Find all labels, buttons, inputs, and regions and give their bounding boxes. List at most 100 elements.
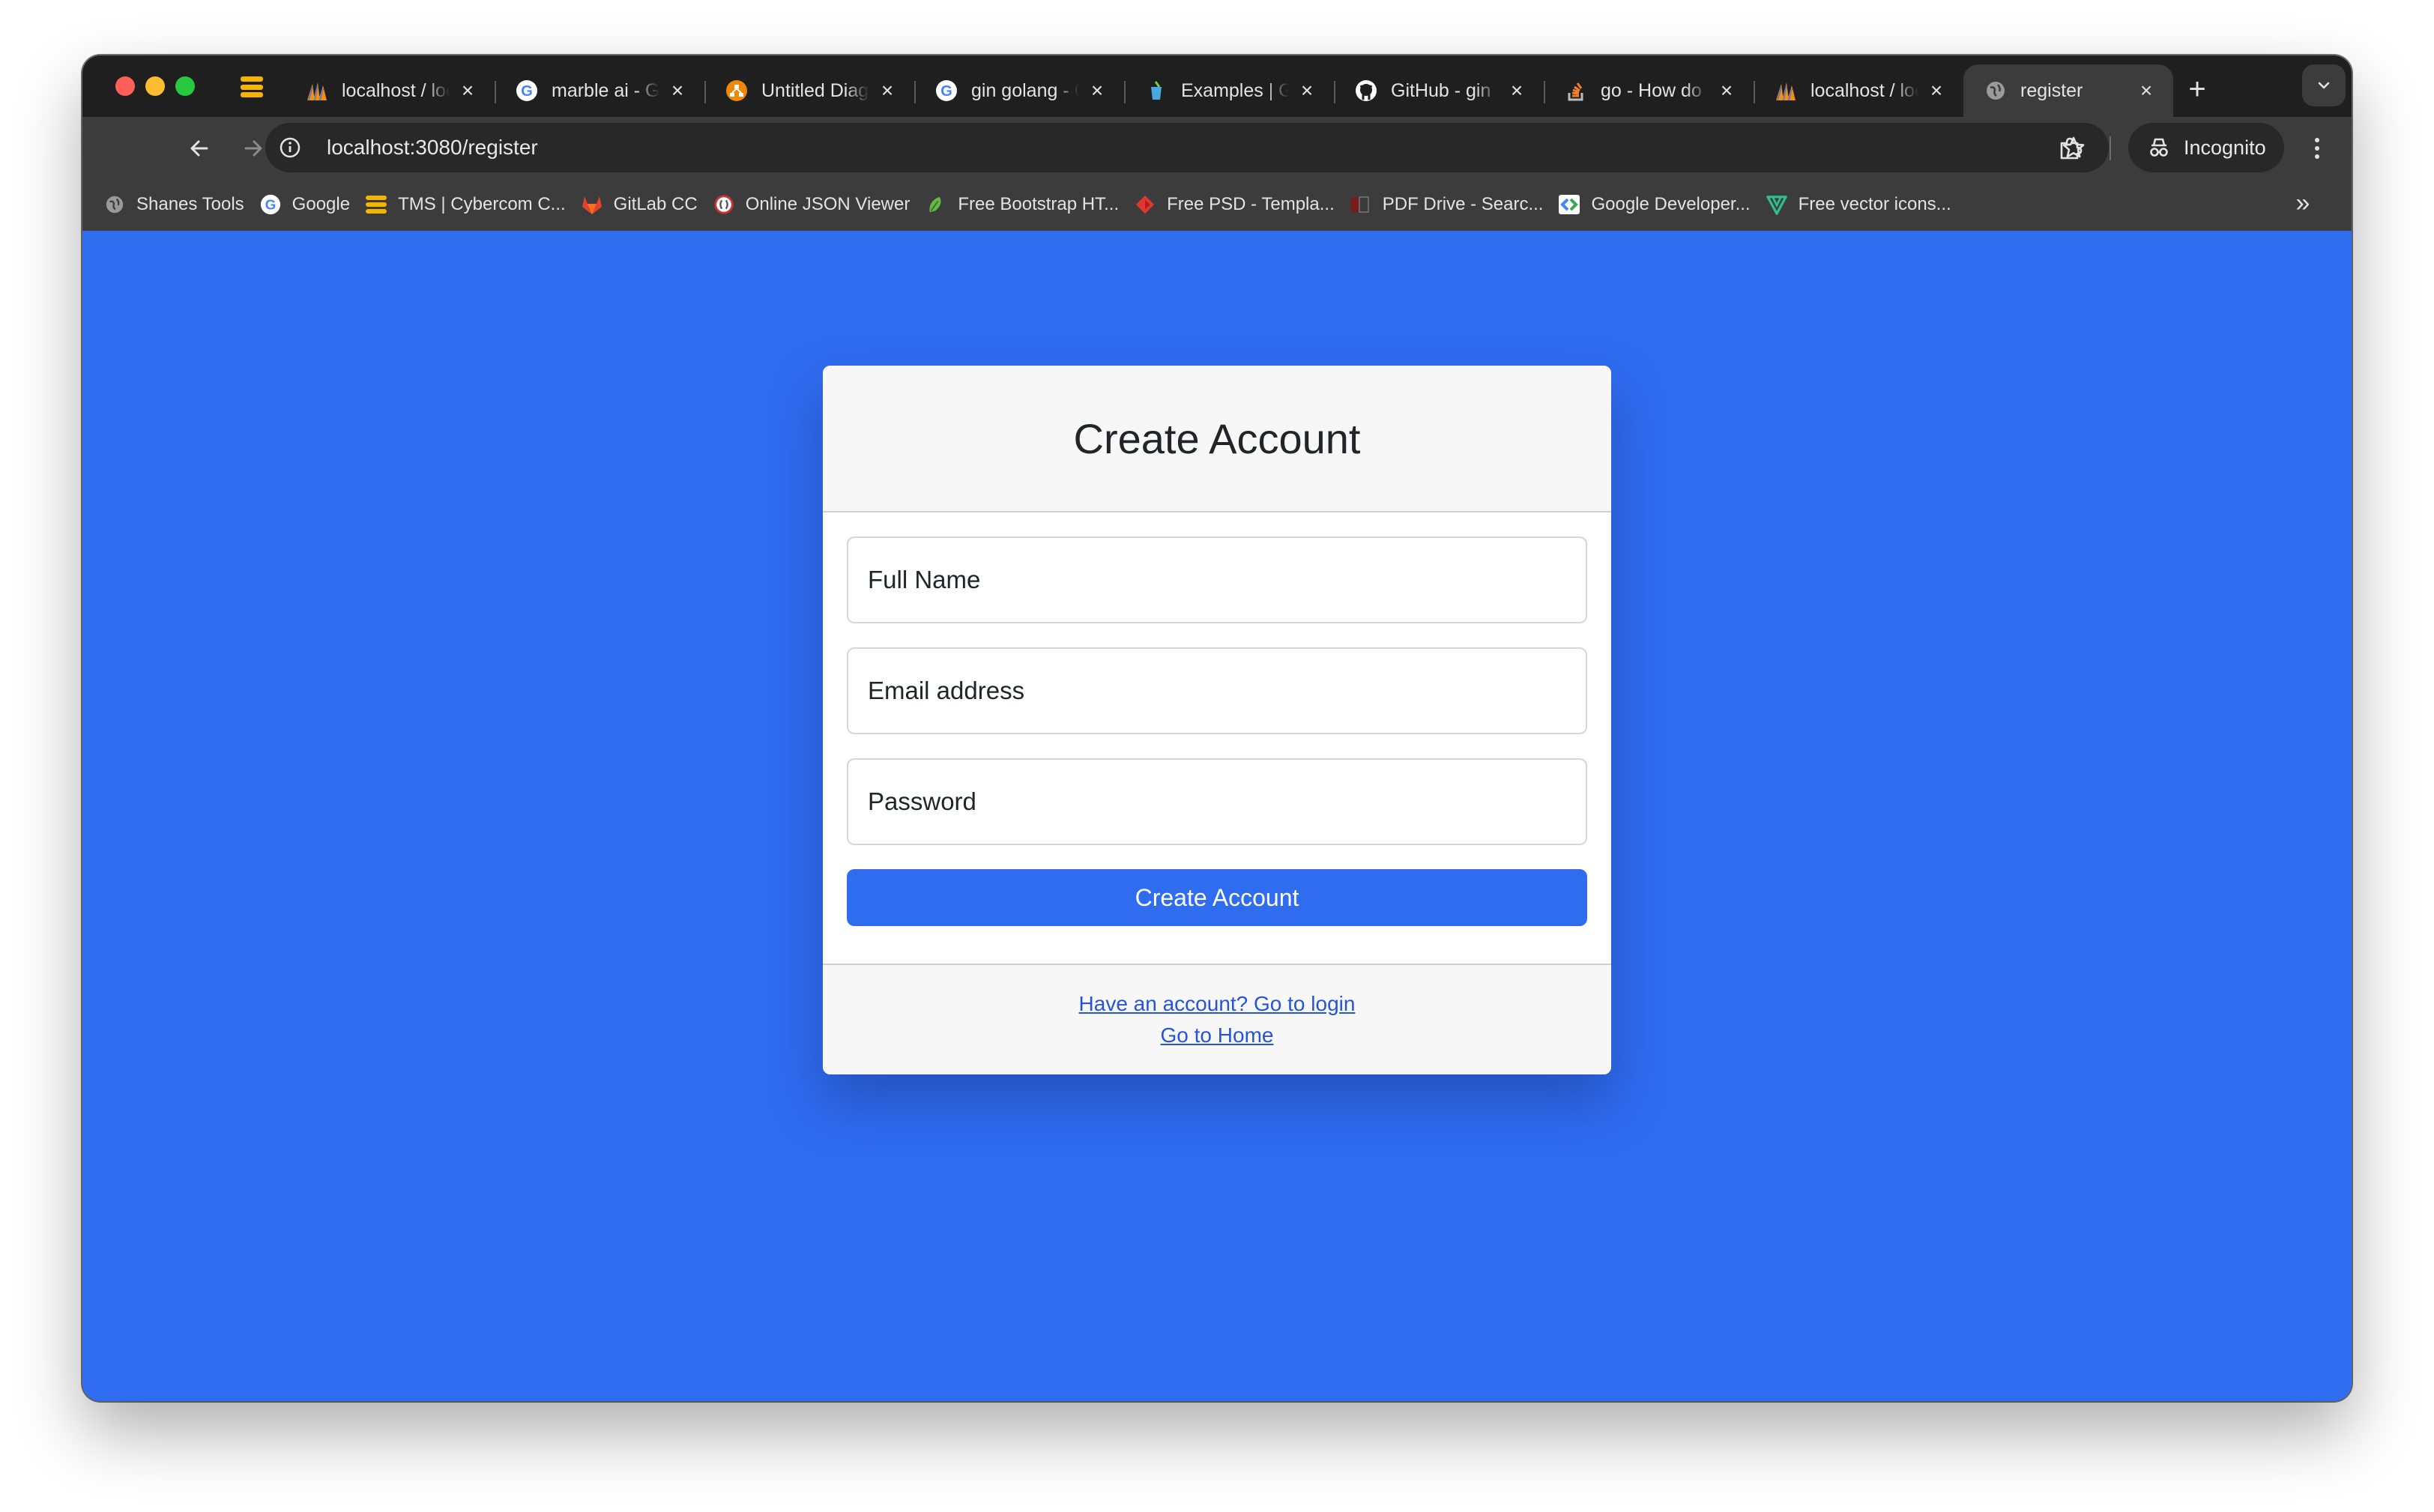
bookmark-google[interactable]: G Google (256, 186, 362, 223)
bookmark-pdf-drive[interactable]: PDF Drive - Searc... (1347, 186, 1556, 223)
tab-register[interactable]: register × (1963, 64, 2173, 117)
bookmark-label: PDF Drive - Searc... (1382, 194, 1544, 214)
tab-stackoverflow[interactable]: go - How do × (1544, 64, 1754, 117)
bookmark-tms-cybercom[interactable]: TMS | Cybercom C... (362, 186, 578, 223)
stack-icon (241, 76, 263, 97)
bookmark-label: GitLab CC (613, 194, 698, 214)
tab-title: marble ai - Google (552, 79, 659, 101)
close-icon[interactable]: × (877, 80, 898, 101)
card-header: Create Account (823, 366, 1611, 512)
password-field (847, 758, 1587, 845)
chevron-down-icon (2318, 82, 2330, 89)
bookmarks-overflow-icon[interactable]: » (2290, 190, 2316, 217)
close-icon[interactable]: × (1087, 80, 1108, 101)
page-title: Create Account (1073, 414, 1361, 462)
phpmyadmin-icon (1775, 79, 1797, 102)
bookmark-label: Online JSON Viewer (745, 194, 911, 214)
window-minimize-button[interactable] (145, 76, 165, 96)
bookmark-free-bootstrap[interactable]: Free Bootstrap HT... (922, 186, 1131, 223)
site-info-icon[interactable] (276, 133, 304, 162)
bookmark-free-vector-icons[interactable]: Free vector icons... (1763, 186, 1963, 223)
svg-text:G: G (940, 83, 952, 100)
tab-menu-button[interactable] (2302, 64, 2346, 106)
stack-icon (365, 193, 387, 216)
url-text: localhost:3080/register (327, 136, 538, 159)
bookmark-label: TMS | Cybercom C... (398, 194, 566, 214)
close-icon[interactable]: × (1926, 80, 1947, 101)
window-close-button[interactable] (115, 76, 135, 96)
google-developers-icon (1558, 193, 1580, 216)
tab-title: gin golang - Google (971, 79, 1079, 101)
incognito-label: Incognito (2184, 136, 2266, 159)
bookmarks-bar: Shanes Tools G Google TMS | Cybercom C..… (82, 178, 2352, 231)
close-icon[interactable]: × (1716, 80, 1737, 101)
tab-title: localhost / localhost (342, 79, 450, 101)
close-icon[interactable]: × (457, 80, 478, 101)
bookmark-gitlab[interactable]: GitLab CC (578, 186, 710, 223)
arrow-left-icon (190, 140, 208, 157)
tab-localhost-1[interactable]: localhost / localhost × (285, 64, 495, 117)
tab-untitled-diagram[interactable]: Untitled Diagram × (704, 64, 914, 117)
browser-window: localhost / localhost × G marble ai - Go… (82, 55, 2352, 1401)
page-viewport: Create Account Create Account Have an ac… (82, 231, 2352, 1401)
full-name-field (847, 536, 1587, 623)
tab-title: GitHub - gin (1391, 79, 1491, 101)
browser-toolbar: localhost:3080/register Incognito (82, 117, 2352, 178)
tab-title: localhost / localhost (1811, 79, 1918, 101)
puzzle-icon (2060, 137, 2083, 160)
password-input[interactable] (848, 760, 1586, 844)
tab-title: Examples | Gin (1181, 79, 1289, 101)
address-bar[interactable]: localhost:3080/register (265, 123, 2109, 172)
bookmark-label: Free Bootstrap HT... (958, 194, 1120, 214)
bookmark-label: Free PSD - Templa... (1167, 194, 1335, 214)
tab-search-button[interactable] (232, 70, 271, 103)
close-icon[interactable]: × (667, 80, 688, 101)
bookmark-label: Shanes Tools (136, 194, 244, 214)
extensions-button[interactable] (2053, 132, 2086, 165)
bookmark-label: Google Developer... (1591, 194, 1751, 214)
window-zoom-button[interactable] (175, 76, 195, 96)
new-tab-button[interactable]: + (2184, 74, 2211, 104)
google-icon: G (259, 193, 282, 216)
tab-title: go - How do (1601, 79, 1702, 101)
email-field (847, 647, 1587, 734)
home-link[interactable]: Go to Home (1161, 1020, 1274, 1051)
incognito-icon (2145, 133, 2173, 162)
tab-examples-gin[interactable]: Examples | Gin × (1124, 64, 1334, 117)
email-input[interactable] (848, 649, 1586, 733)
toolbar-divider (2110, 136, 2111, 160)
tab-localhost-2[interactable]: localhost / localhost × (1754, 64, 1963, 117)
vector-icon (1766, 193, 1788, 216)
bookmark-json-viewer[interactable]: Online JSON Viewer (710, 186, 922, 223)
bookmark-shanes-tools[interactable]: Shanes Tools (100, 186, 256, 223)
bookmark-free-psd[interactable]: Free PSD - Templa... (1131, 186, 1347, 223)
create-account-button[interactable]: Create Account (847, 869, 1587, 926)
stackoverflow-icon (1565, 79, 1587, 102)
register-card: Create Account Create Account Have an ac… (823, 366, 1611, 1074)
back-button[interactable] (183, 132, 216, 165)
tab-gin-golang[interactable]: G gin golang - Google × (914, 64, 1124, 117)
svg-text:G: G (265, 197, 276, 213)
bookmark-google-developers[interactable]: Google Developer... (1555, 186, 1762, 223)
tab-strip: localhost / localhost × G marble ai - Go… (82, 55, 2352, 117)
card-footer: Have an account? Go to login Go to Home (823, 964, 1611, 1074)
bookmark-label: Google (292, 194, 351, 214)
full-name-input[interactable] (848, 538, 1586, 622)
gitlab-icon (581, 193, 603, 216)
phpmyadmin-icon (306, 79, 328, 102)
google-icon: G (935, 79, 958, 102)
close-icon[interactable]: × (1506, 80, 1527, 101)
github-icon (1355, 79, 1377, 102)
login-link[interactable]: Have an account? Go to login (1079, 988, 1356, 1020)
browser-menu-button[interactable] (2301, 132, 2334, 165)
tab-marble-ai[interactable]: G marble ai - Google × (495, 64, 704, 117)
tab-title: Untitled Diagram (761, 79, 869, 101)
register-form: Create Account (823, 512, 1611, 964)
tab-github-gin[interactable]: GitHub - gin × (1334, 64, 1544, 117)
diagram-icon (725, 79, 748, 102)
incognito-badge[interactable]: Incognito (2128, 123, 2284, 172)
close-icon[interactable]: × (2136, 80, 2157, 101)
psd-icon (1134, 193, 1156, 216)
globe-icon (1984, 79, 2007, 102)
close-icon[interactable]: × (1296, 80, 1317, 101)
